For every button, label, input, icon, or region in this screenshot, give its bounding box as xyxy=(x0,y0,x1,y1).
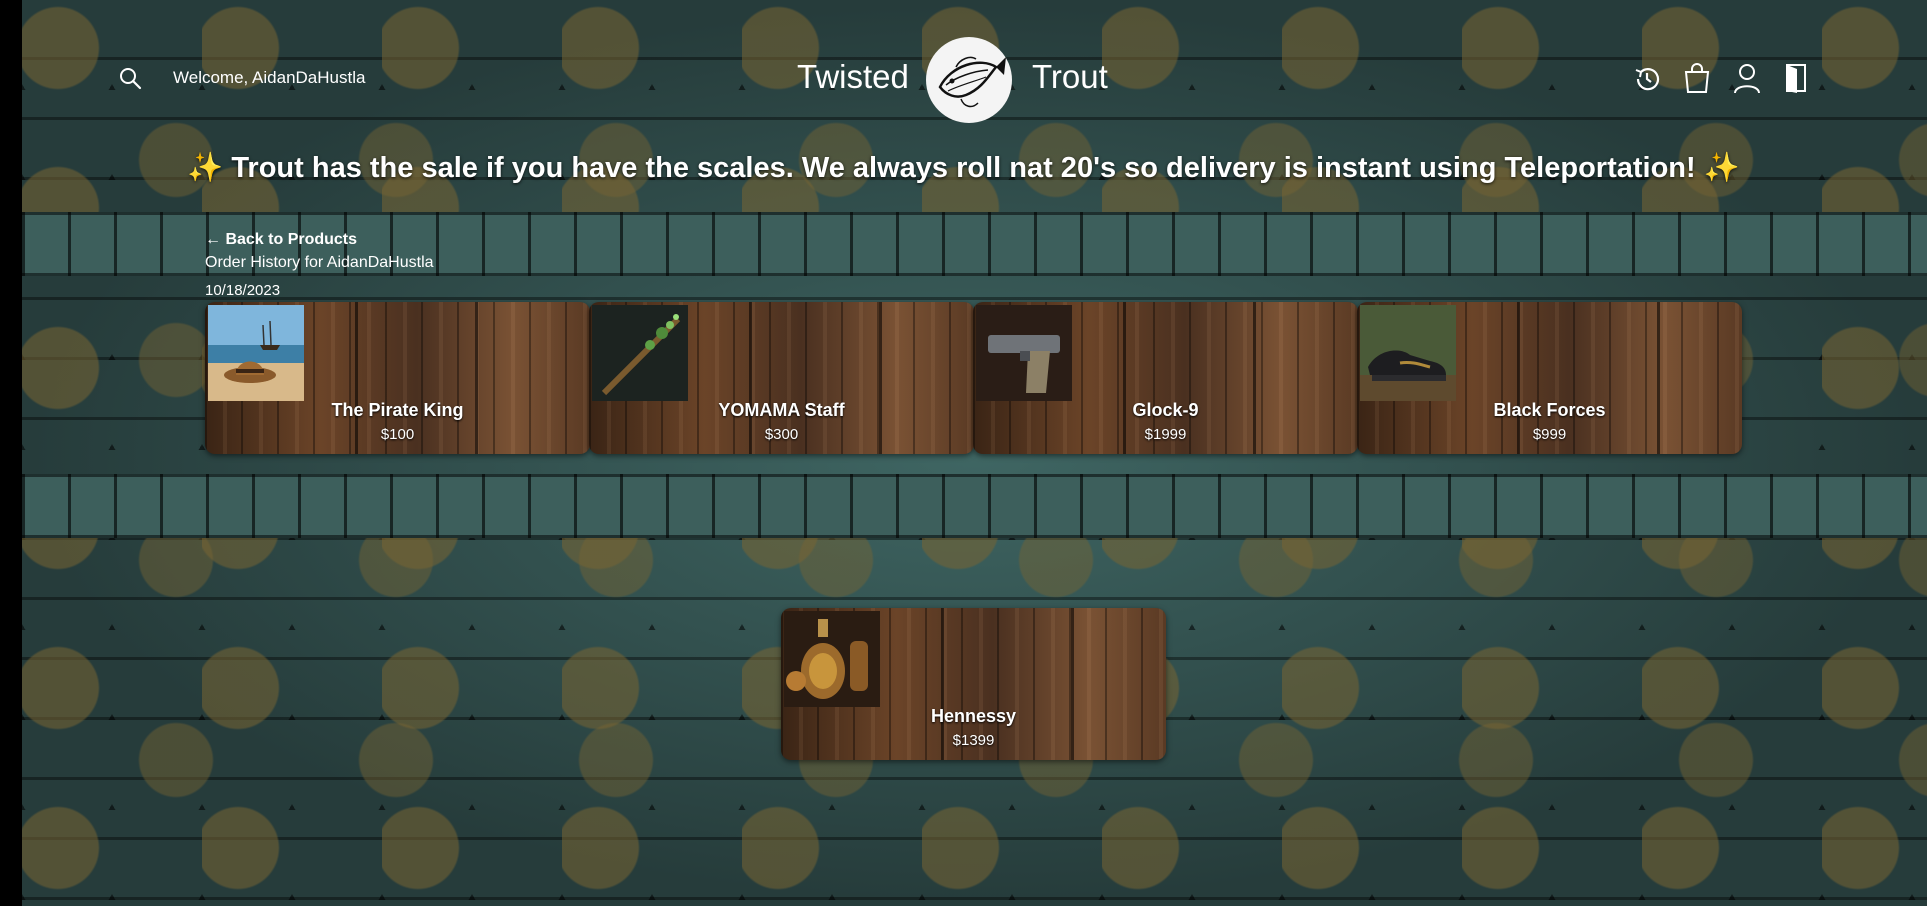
order-item-card[interactable]: The Pirate King $100 xyxy=(205,302,590,454)
user-icon xyxy=(1734,64,1760,94)
product-image-pirate-hat xyxy=(208,305,304,401)
brick-band xyxy=(22,474,1927,538)
shopping-bag-icon xyxy=(1684,63,1710,93)
order-item-card[interactable]: Hennessy $1399 xyxy=(781,608,1166,760)
brand-name-right: Trout xyxy=(1032,58,1108,95)
order-item-card[interactable]: Glock-9 $1999 xyxy=(973,302,1358,454)
product-price: $100 xyxy=(380,426,415,443)
cart-button[interactable] xyxy=(1682,62,1714,94)
order-item-card[interactable]: YOMAMA Staff $300 xyxy=(589,302,974,454)
product-price: $1399 xyxy=(952,732,995,749)
promo-tagline: ✨ Trout has the sale if you have the sca… xyxy=(187,152,1740,184)
product-image-staff xyxy=(592,305,688,401)
back-to-products-link[interactable]: ← Back to Products xyxy=(205,231,357,249)
logout-door-icon xyxy=(1786,64,1806,93)
product-price: $999 xyxy=(1532,426,1567,443)
trout-logo[interactable] xyxy=(926,37,1012,123)
welcome-message: Welcome, AidanDaHustla xyxy=(173,68,366,87)
product-image-handgun xyxy=(976,305,1072,401)
search-button[interactable] xyxy=(118,66,142,90)
history-icon xyxy=(1635,68,1660,91)
order-item-card[interactable]: Black Forces $999 xyxy=(1357,302,1742,454)
header: Welcome, AidanDaHustla Twisted Trout xyxy=(0,0,1927,160)
product-name: Glock-9 xyxy=(1132,400,1199,420)
order-history-title: Order History for AidanDaHustla xyxy=(205,254,434,271)
account-button[interactable] xyxy=(1732,62,1764,94)
fish-logo-icon xyxy=(927,38,1011,122)
product-price: $1999 xyxy=(1144,426,1187,443)
product-image-bottles xyxy=(784,611,880,707)
search-icon xyxy=(120,68,142,90)
product-price: $300 xyxy=(764,426,799,443)
order-date: 10/18/2023 xyxy=(205,282,281,299)
logout-button[interactable] xyxy=(1783,62,1815,94)
product-name: YOMAMA Staff xyxy=(718,400,845,420)
history-button[interactable] xyxy=(1632,64,1664,96)
brand-name-left: Twisted xyxy=(797,58,909,95)
product-name: Hennessy xyxy=(930,706,1017,726)
product-name: The Pirate King xyxy=(331,400,464,420)
product-image-sneakers xyxy=(1360,305,1456,401)
product-name: Black Forces xyxy=(1493,400,1606,420)
